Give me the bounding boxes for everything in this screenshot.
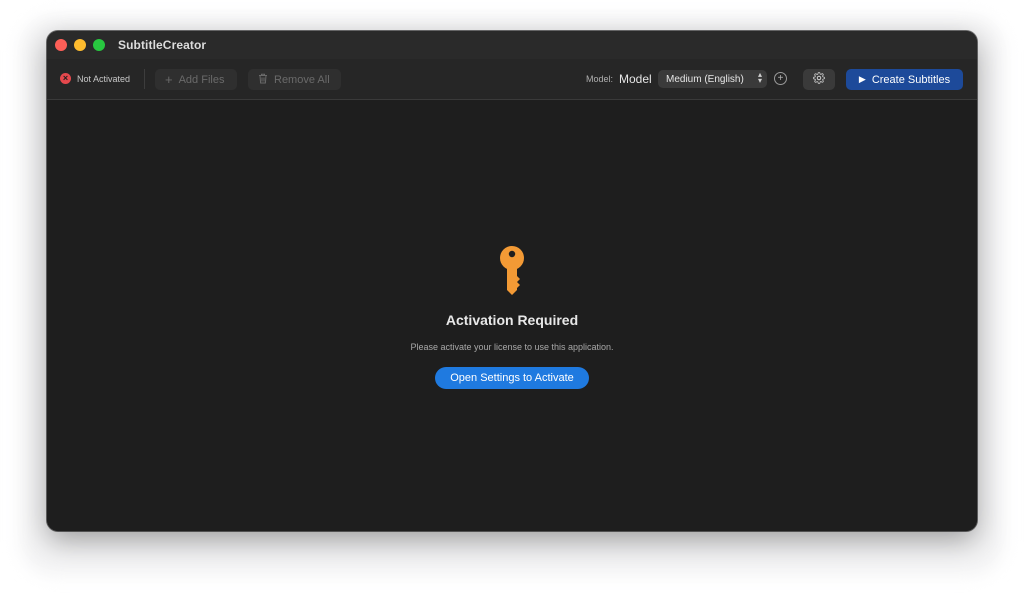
gear-icon (813, 71, 825, 89)
remove-all-label: Remove All (274, 73, 330, 86)
minimize-window-button[interactable] (74, 39, 86, 51)
main-content: Activation Required Please activate your… (47, 100, 977, 531)
plus-circle-icon[interactable]: + (774, 72, 787, 85)
title-bar: SubtitleCreator (47, 31, 977, 59)
model-label: Model: (586, 74, 614, 84)
window-title: SubtitleCreator (118, 38, 207, 52)
toolbar-divider (144, 69, 145, 89)
settings-button[interactable] (803, 69, 835, 90)
x-circle-icon: × (60, 73, 71, 84)
trash-icon (258, 72, 268, 87)
key-icon (497, 245, 527, 297)
activation-status: × Not Activated (60, 73, 130, 84)
close-window-button[interactable] (55, 39, 67, 51)
create-subtitles-button[interactable]: ▶ Create Subtitles (846, 69, 963, 90)
app-window: SubtitleCreator × Not Activated + Add Fi… (47, 31, 977, 531)
plus-icon: + (165, 72, 173, 87)
toolbar: × Not Activated + Add Files Remove All M… (47, 59, 977, 100)
activation-subtitle: Please activate your license to use this… (410, 342, 614, 352)
create-subtitles-label: Create Subtitles (871, 73, 951, 86)
open-settings-button[interactable]: Open Settings to Activate (435, 367, 589, 389)
zoom-window-button[interactable] (93, 39, 105, 51)
add-files-label: Add Files (178, 73, 225, 86)
open-settings-label: Open Settings to Activate (450, 372, 574, 384)
add-files-button[interactable]: + Add Files (155, 69, 237, 90)
chevron-up-down-icon: ▴ ▾ (757, 70, 762, 85)
remove-all-button[interactable]: Remove All (248, 69, 341, 90)
model-select[interactable]: Medium (English) ▴ ▾ (658, 70, 767, 88)
play-icon: ▶ (858, 74, 866, 84)
model-title: Model (619, 72, 652, 86)
status-text: Not Activated (77, 73, 131, 84)
activation-title: Activation Required (445, 312, 579, 328)
model-selected-value: Medium (English) (666, 73, 744, 85)
